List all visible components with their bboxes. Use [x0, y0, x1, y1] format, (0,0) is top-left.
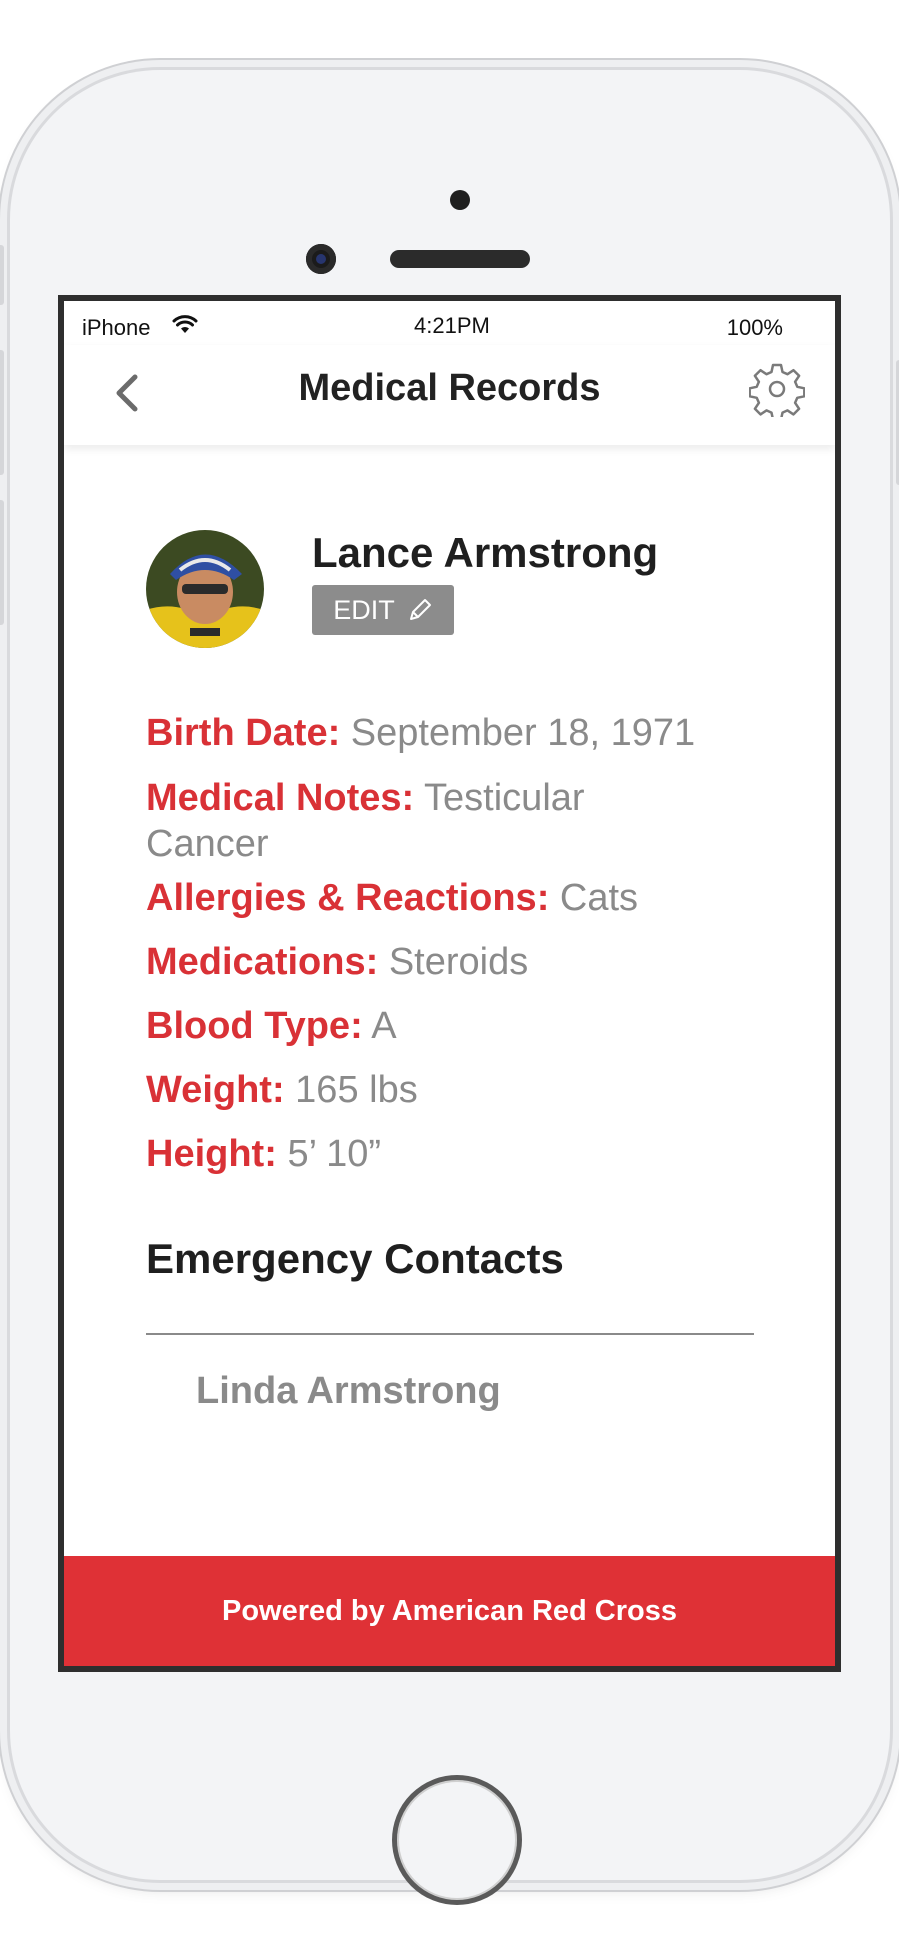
field-value: A [371, 1005, 397, 1047]
field-value: Cats [559, 877, 639, 919]
field-value: September 18, 1971 [350, 712, 696, 754]
edit-button[interactable]: EDIT [312, 585, 454, 635]
profile-name: Lance Armstrong [312, 529, 659, 576]
field-birth-date: Birth Date: September 18, 1971 [146, 710, 786, 756]
silent-switch [0, 245, 4, 305]
navigation-bar: Medical Records [64, 345, 835, 445]
battery-percentage: 100% [726, 315, 783, 340]
field-height: Height: 5’ 10” [146, 1131, 786, 1177]
pencil-icon [409, 599, 431, 620]
volume-down-button [0, 500, 4, 625]
carrier-label: iPhone [82, 315, 151, 340]
field-value: 165 lbs [295, 1069, 418, 1111]
field-blood-type: Blood Type: A [146, 1003, 786, 1049]
status-time: 4:21PM [414, 313, 490, 338]
footer-text: Powered by American Red Cross [221, 1594, 678, 1627]
section-divider [146, 1333, 754, 1335]
page-title: Medical Records [298, 367, 601, 409]
footer-banner: Powered by American Red Cross [64, 1556, 835, 1666]
field-label: Medications: [146, 941, 379, 983]
avatar [146, 530, 264, 648]
edit-button-label: EDIT [333, 594, 395, 625]
field-label: Birth Date: [146, 712, 341, 754]
field-medications: Medications: Steroids [146, 939, 786, 985]
field-label: Height: [146, 1133, 277, 1175]
medical-record-content: Lance Armstrong EDIT Birth Date: Septemb… [64, 445, 835, 1535]
earpiece-speaker [390, 250, 530, 268]
field-label: Blood Type: [146, 1005, 363, 1047]
status-bar: iPhone 4:21PM 100% [64, 301, 835, 345]
phone-screen: iPhone 4:21PM 100% Medical Records Lance… [58, 295, 841, 1672]
field-medical-notes: Medical Notes: Testicular Cancer [146, 775, 616, 867]
emergency-contact-item[interactable]: Linda Armstrong [196, 1370, 501, 1413]
field-allergies: Allergies & Reactions: Cats [146, 875, 786, 921]
volume-up-button [0, 350, 4, 475]
home-button[interactable] [392, 1775, 522, 1905]
field-label: Allergies & Reactions: [146, 877, 550, 919]
front-camera-icon [306, 244, 336, 274]
wifi-icon [172, 315, 198, 333]
field-weight: Weight: 165 lbs [146, 1067, 786, 1113]
emergency-contacts-heading: Emergency Contacts [146, 1235, 564, 1282]
proximity-sensor [450, 190, 470, 210]
field-value: 5’ 10” [287, 1133, 382, 1175]
field-label: Medical Notes: [146, 777, 415, 819]
field-value: Steroids [388, 941, 529, 983]
field-label: Weight: [146, 1069, 285, 1111]
gear-icon[interactable] [749, 361, 805, 417]
